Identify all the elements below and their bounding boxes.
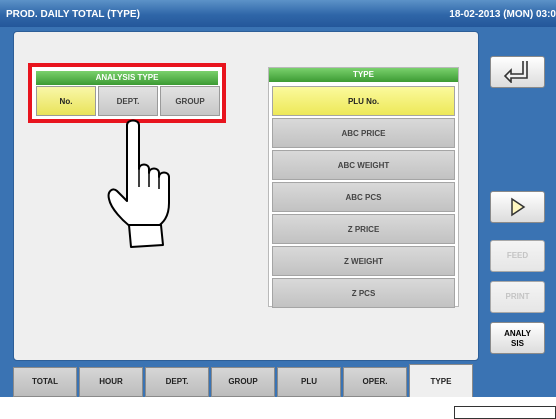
type-z-weight[interactable]: Z WEIGHT xyxy=(272,246,455,276)
tab-type[interactable]: TYPE xyxy=(409,364,473,397)
type-abc-weight[interactable]: ABC WEIGHT xyxy=(272,150,455,180)
tab-hour[interactable]: HOUR xyxy=(79,367,143,397)
type-plu-no[interactable]: PLU No. xyxy=(272,86,455,116)
next-button[interactable] xyxy=(490,191,545,223)
analysis-dept-button[interactable]: DEPT. xyxy=(98,86,158,116)
type-list: TYPE PLU No. ABC PRICE ABC WEIGHT ABC PC… xyxy=(268,67,459,308)
tab-total[interactable]: TOTAL xyxy=(13,367,77,397)
tab-oper[interactable]: OPER. xyxy=(343,367,407,397)
type-z-pcs[interactable]: Z PCS xyxy=(272,278,455,308)
title-bar: PROD. DAILY TOTAL (TYPE) 18-02-2013 (MON… xyxy=(0,0,556,27)
analysis-button-line1: ANALY xyxy=(504,329,531,338)
return-arrow-icon xyxy=(503,61,528,83)
tab-group[interactable]: GROUP xyxy=(211,367,275,397)
back-button[interactable] xyxy=(490,56,545,88)
pointing-hand-icon xyxy=(107,119,170,248)
type-list-header: TYPE xyxy=(269,68,458,82)
type-z-price[interactable]: Z PRICE xyxy=(272,214,455,244)
print-button[interactable]: PRINT xyxy=(490,281,545,313)
play-arrow-icon xyxy=(510,197,525,217)
date-time: 18-02-2013 (MON) 03:0 xyxy=(449,9,556,20)
status-field xyxy=(454,406,556,419)
analysis-no-button[interactable]: No. xyxy=(36,86,96,116)
analysis-type-header: ANALYSIS TYPE xyxy=(36,71,218,85)
analysis-button[interactable]: ANALY SIS xyxy=(490,322,545,354)
analysis-type-box: ANALYSIS TYPE No. DEPT. GROUP xyxy=(28,63,226,123)
analysis-button-line2: SIS xyxy=(511,339,524,348)
feed-button[interactable]: FEED xyxy=(490,240,545,272)
type-abc-pcs[interactable]: ABC PCS xyxy=(272,182,455,212)
screen-title: PROD. DAILY TOTAL (TYPE) xyxy=(6,9,140,20)
analysis-group-button[interactable]: GROUP xyxy=(160,86,220,116)
tab-dept[interactable]: DEPT. xyxy=(145,367,209,397)
tab-plu[interactable]: PLU xyxy=(277,367,341,397)
type-abc-price[interactable]: ABC PRICE xyxy=(272,118,455,148)
